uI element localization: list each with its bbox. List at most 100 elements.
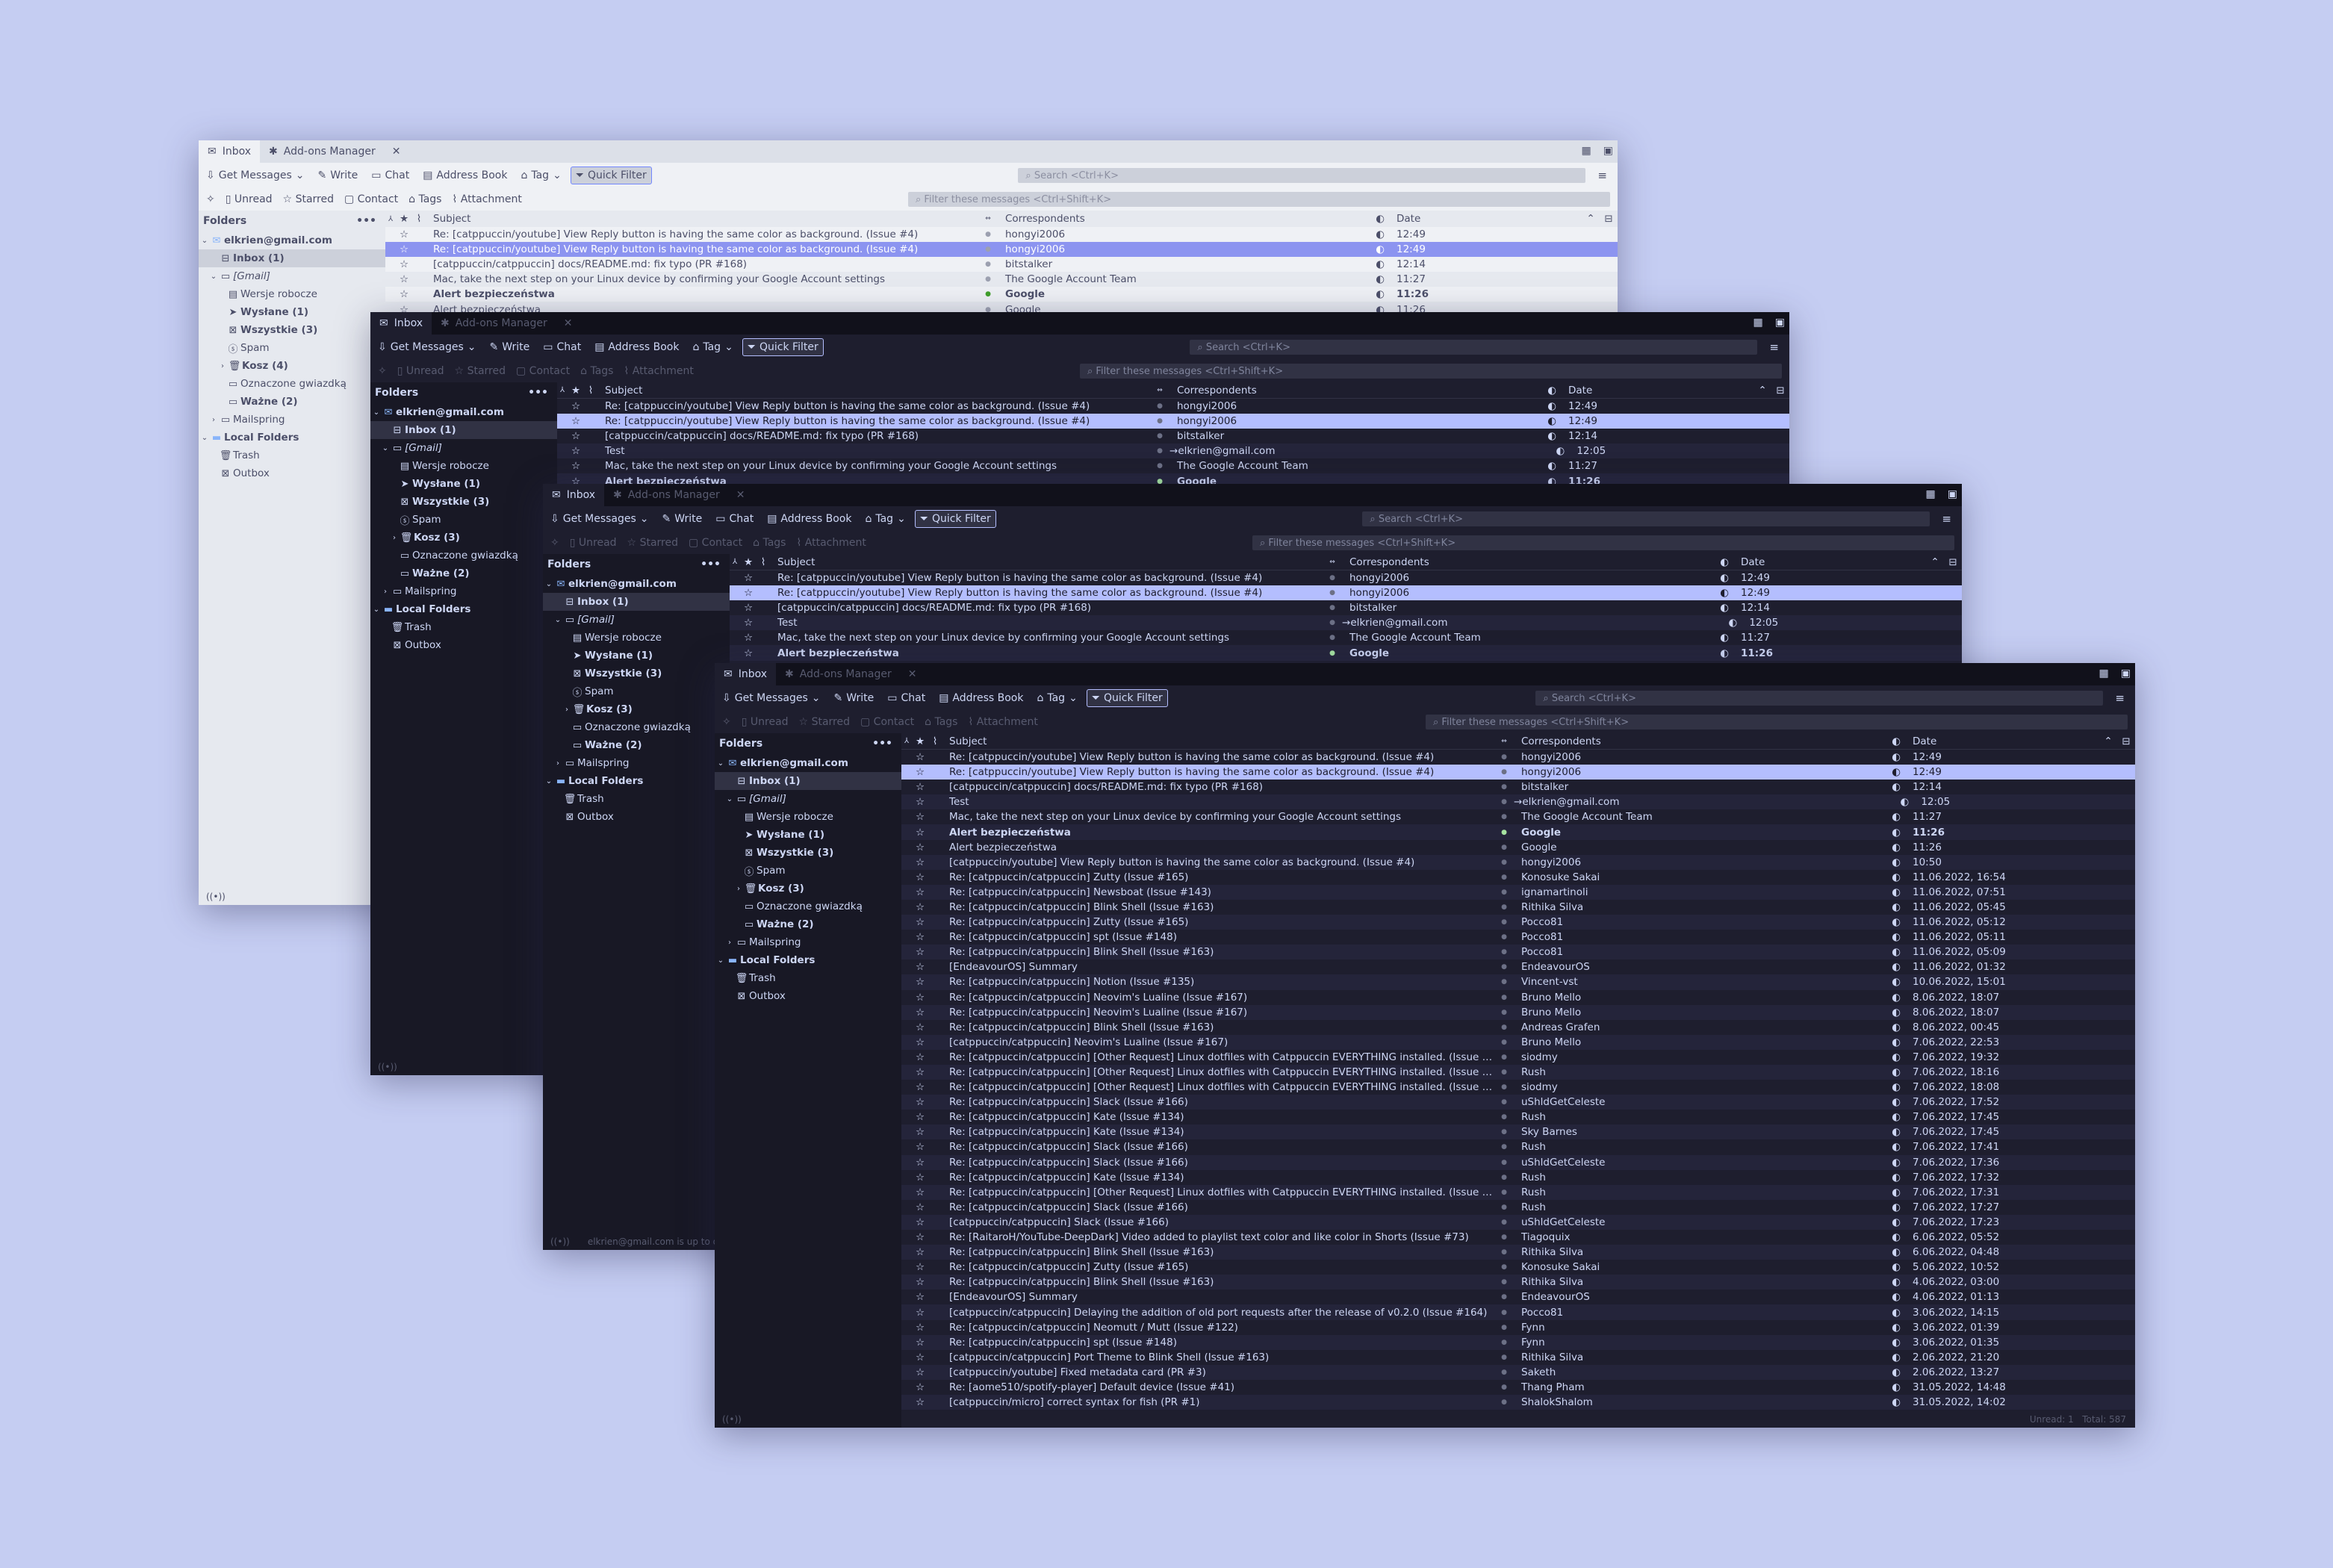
message-row[interactable]: ☆ Re: [catppuccin/catppuccin] Slack (Issu… <box>901 1200 2135 1215</box>
chevron-right-icon[interactable]: › <box>381 588 390 596</box>
read-status-icon[interactable]: ● <box>1494 1248 1514 1256</box>
message-row[interactable]: ☆ Re: [catppuccin/catppuccin] Slack (Issu… <box>901 1095 2135 1110</box>
star-icon[interactable]: ☆ <box>912 1051 928 1063</box>
thread-column-icon[interactable]: ⅄ <box>557 386 568 394</box>
read-status-icon[interactable]: ● <box>1494 768 1514 776</box>
folder-drafts[interactable]: ▤ Wersje robocze <box>543 629 730 647</box>
folder-local[interactable]: ⌄ ▬ Local Folders <box>370 600 557 618</box>
filter-messages-input[interactable]: ⌕ Filter these messages <Ctrl+Shift+K> <box>908 192 1610 207</box>
folder-spam[interactable]: ⓢ Spam <box>543 682 730 700</box>
get-messages-button[interactable]: ⇩ Get Messages ⌄ <box>202 167 309 184</box>
message-row[interactable]: ☆ [catppuccin/youtube] View Reply button … <box>901 854 2135 870</box>
junk-status-icon[interactable]: ◐ <box>1887 1096 1905 1108</box>
star-icon[interactable]: ☆ <box>912 1007 928 1018</box>
junk-status-icon[interactable]: ◐ <box>1543 400 1561 412</box>
star-icon[interactable]: ☆ <box>912 841 928 853</box>
star-icon[interactable]: ☆ <box>912 1157 928 1169</box>
star-icon[interactable]: ☆ <box>740 632 757 644</box>
message-row[interactable]: ☆ Re: [catppuccin/catppuccin] spt (Issue … <box>901 1334 2135 1350</box>
more-options-icon[interactable]: ••• <box>872 738 892 750</box>
junk-status-icon[interactable]: ◐ <box>1887 961 1905 973</box>
junk-status-icon[interactable]: ◐ <box>1887 856 1905 868</box>
get-messages-button[interactable]: ⇩ Get Messages ⌄ <box>718 690 825 706</box>
star-column-icon[interactable]: ★ <box>740 556 757 568</box>
junk-status-icon[interactable]: ◐ <box>1887 1276 1905 1288</box>
read-status-icon[interactable]: ● <box>978 276 998 283</box>
star-icon[interactable]: ☆ <box>912 1021 928 1033</box>
message-row[interactable]: ☆ Alert bezpieczeństwa ● Google ◐ 11:26 <box>385 287 1618 302</box>
folder-mailspring[interactable]: › ▭ Mailspring <box>370 582 557 600</box>
write-button[interactable]: ✎ Write <box>830 690 879 706</box>
attachment-column-icon[interactable]: ⌇ <box>757 556 770 568</box>
tasks-icon[interactable]: ▣ <box>2121 668 2131 679</box>
junk-status-icon[interactable]: ◐ <box>1371 288 1389 300</box>
star-icon[interactable]: ☆ <box>912 1366 928 1378</box>
message-row[interactable]: ☆ Re: [catppuccin/catppuccin] [Other Requ… <box>901 1064 2135 1080</box>
read-status-icon[interactable]: ● <box>1494 948 1514 956</box>
star-icon[interactable]: ☆ <box>912 1172 928 1183</box>
date-column-header[interactable]: Date <box>1389 213 1582 225</box>
attachment-filter-button[interactable]: ⌇ Attachment <box>624 365 693 377</box>
junk-status-icon[interactable]: ◐ <box>1887 992 1905 1004</box>
chevron-right-icon[interactable]: › <box>209 416 218 424</box>
junk-status-icon[interactable]: ◐ <box>1887 1351 1905 1363</box>
app-menu-icon[interactable]: ≡ <box>1934 512 1959 526</box>
message-row[interactable]: ☆ Re: [catppuccin/catppuccin] [Other Requ… <box>901 1080 2135 1095</box>
date-column-header[interactable]: Date <box>1905 735 2099 747</box>
tag-button[interactable]: ⌂ Tag ⌄ <box>688 339 737 355</box>
folder-mailspring[interactable]: › ▭ Mailspring <box>543 754 730 772</box>
read-status-icon[interactable]: ● <box>1494 1024 1514 1031</box>
read-status-icon[interactable]: ● <box>1494 1068 1514 1076</box>
chevron-down-icon[interactable]: ⌄ <box>372 606 381 614</box>
message-row[interactable]: ☆ Re: [catppuccin/youtube] View Reply but… <box>730 570 1962 585</box>
close-tab-icon[interactable]: ✕ <box>392 146 401 158</box>
folder-inbox[interactable]: ⊟ Inbox (1) <box>370 421 557 439</box>
read-status-icon[interactable]: ● <box>1494 933 1514 941</box>
junk-status-icon[interactable]: ◐ <box>1887 1216 1905 1228</box>
tasks-icon[interactable]: ▣ <box>1775 317 1785 329</box>
message-row[interactable]: ☆ [catppuccin/catppuccin] docs/README.md:… <box>730 600 1962 615</box>
chat-button[interactable]: ▭ Chat <box>883 690 930 706</box>
folder-local[interactable]: ⌄ ▬ Local Folders <box>543 772 730 790</box>
junk-status-icon[interactable]: ◐ <box>1551 445 1569 457</box>
read-status-icon[interactable]: ● <box>1150 447 1169 455</box>
star-icon[interactable]: ☆ <box>740 647 757 659</box>
junk-status-icon[interactable]: ◐ <box>1715 647 1733 659</box>
thread-column-icon[interactable]: ⅄ <box>385 215 396 223</box>
folder-important[interactable]: ▭ Ważne (2) <box>199 393 385 411</box>
message-row[interactable]: ☆ Test ● → elkrien@gmail.com ◐ 12:05 <box>557 444 1789 459</box>
starred-filter-button[interactable]: ☆ Starred <box>455 365 506 377</box>
junk-column-icon[interactable]: ◐ <box>1887 735 1905 747</box>
folder-trash-gmail[interactable]: › 🗑 Kosz (3) <box>370 529 557 547</box>
quick-filter-button[interactable]: ⏷ Quick Filter <box>1086 689 1168 707</box>
star-icon[interactable]: ☆ <box>912 916 928 928</box>
folder-gmail[interactable]: ⌄ ▭ [Gmail] <box>543 611 730 629</box>
chevron-down-icon[interactable]: ⌄ <box>467 341 476 353</box>
message-row[interactable]: ☆ Re: [catppuccin/catppuccin] Zutty (Issu… <box>901 870 2135 885</box>
junk-status-icon[interactable]: ◐ <box>1887 1396 1905 1408</box>
junk-status-icon[interactable]: ◐ <box>1887 946 1905 958</box>
get-messages-button[interactable]: ⇩ Get Messages ⌄ <box>373 339 481 355</box>
pin-icon[interactable]: ✧ <box>550 537 559 549</box>
correspondents-column-header[interactable]: Correspondents <box>1514 735 1887 747</box>
read-status-icon[interactable]: ● <box>1494 1098 1514 1106</box>
folder-account[interactable]: ⌄ ✉ elkrien@gmail.com <box>543 575 730 593</box>
star-icon[interactable]: ☆ <box>912 1261 928 1273</box>
junk-status-icon[interactable]: ◐ <box>1887 871 1905 883</box>
folder-trash[interactable]: 🗑 Trash <box>199 447 385 464</box>
correspondents-column-header[interactable]: Correspondents <box>998 213 1371 225</box>
folder-trash-gmail[interactable]: › 🗑 Kosz (4) <box>199 357 385 375</box>
junk-status-icon[interactable]: ◐ <box>1887 751 1905 763</box>
unread-filter-button[interactable]: ▯ Unread <box>226 193 273 205</box>
junk-status-icon[interactable]: ◐ <box>1887 1307 1905 1319</box>
star-icon[interactable]: ☆ <box>912 1396 928 1408</box>
message-row[interactable]: ☆ Re: [catppuccin/catppuccin] Blink Shell… <box>901 1020 2135 1035</box>
star-icon[interactable]: ☆ <box>568 400 584 412</box>
star-icon[interactable]: ☆ <box>912 1381 928 1393</box>
chevron-right-icon[interactable]: › <box>562 706 571 714</box>
message-row[interactable]: ☆ Re: [RaitaroH/YouTube-DeepDark] Video a… <box>901 1230 2135 1245</box>
folder-drafts[interactable]: ▤ Wersje robocze <box>370 457 557 475</box>
message-row[interactable]: ☆ Re: [catppuccin/catppuccin] Kate (Issue… <box>901 1170 2135 1185</box>
junk-status-icon[interactable]: ◐ <box>1543 415 1561 427</box>
unread-filter-button[interactable]: ▯ Unread <box>397 365 444 377</box>
